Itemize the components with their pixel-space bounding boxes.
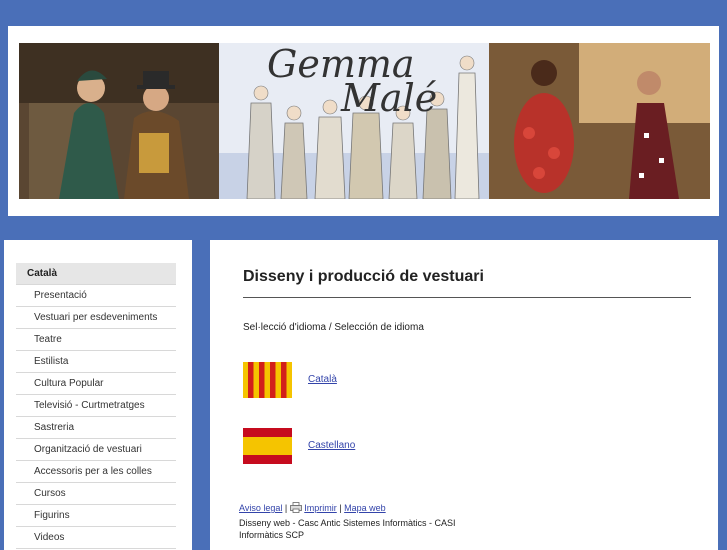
header-banner: Gemma Malé bbox=[19, 43, 710, 199]
language-link-castellano[interactable]: Castellano bbox=[308, 440, 355, 451]
sidebar-item-accessoris[interactable]: Accessoris per a les colles bbox=[16, 461, 176, 483]
sidebar-item-organitzacio[interactable]: Organització de vestuari bbox=[16, 439, 176, 461]
sidebar-item-presentacio[interactable]: Presentació bbox=[16, 285, 176, 307]
language-link-catala[interactable]: Català bbox=[308, 374, 337, 385]
page-title: Disseny i producció de vestuari bbox=[243, 268, 484, 285]
sidebar-item-estilista[interactable]: Estilista bbox=[16, 351, 176, 373]
catalan-flag-icon[interactable] bbox=[243, 362, 292, 398]
footer-separator: | bbox=[339, 503, 342, 513]
spanish-flag-icon[interactable] bbox=[243, 428, 292, 464]
title-divider bbox=[243, 297, 691, 298]
language-selection-note: Sel·lecció d'idioma / Selección de idiom… bbox=[243, 322, 424, 333]
footer-links: Aviso legal | Imprimir | Mapa web bbox=[239, 502, 386, 515]
sidebar-item-teatre[interactable]: Teatre bbox=[16, 329, 176, 351]
sidebar-item-cursos[interactable]: Cursos bbox=[16, 483, 176, 505]
sidebar-menu: Català Presentació Vestuari per esdeveni… bbox=[16, 263, 176, 549]
sitemap-link[interactable]: Mapa web bbox=[344, 503, 386, 513]
sidebar-item-cultura-popular[interactable]: Cultura Popular bbox=[16, 373, 176, 395]
sidebar-item-videos[interactable]: Videos bbox=[16, 527, 176, 549]
logo-text-male: Malé bbox=[341, 76, 438, 120]
print-icon bbox=[289, 502, 302, 515]
footer-credit: Disseny web - Casc Antic Sistemes Inform… bbox=[239, 518, 456, 540]
print-link[interactable]: Imprimir bbox=[304, 503, 337, 513]
footer-separator: | bbox=[284, 503, 288, 513]
sidebar-item-televisio[interactable]: Televisió - Curtmetratges bbox=[16, 395, 176, 417]
sidebar-item-sastreria[interactable]: Sastreria bbox=[16, 417, 176, 439]
sidebar-item-catala[interactable]: Català bbox=[16, 263, 176, 285]
sidebar-item-figurins[interactable]: Figurins bbox=[16, 505, 176, 527]
sidebar-item-vestuari-esdeveniments[interactable]: Vestuari per esdeveniments bbox=[16, 307, 176, 329]
legal-notice-link[interactable]: Aviso legal bbox=[239, 503, 282, 513]
